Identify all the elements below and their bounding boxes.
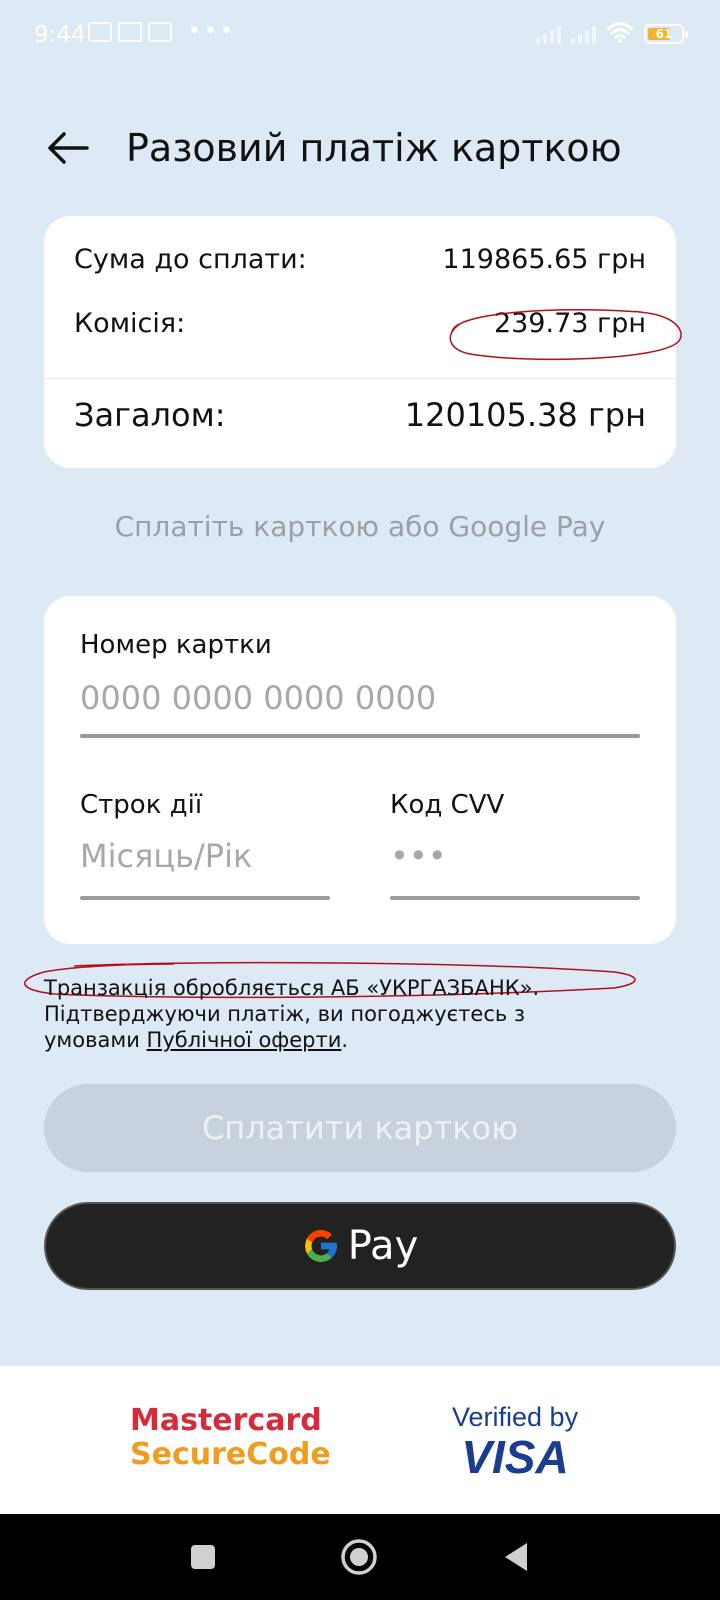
wifi-icon	[606, 22, 634, 43]
recent-apps-button[interactable]	[158, 1514, 248, 1600]
page-title: Разовий платіж карткою	[126, 126, 622, 170]
battery-icon: 61	[644, 24, 688, 44]
cvv-label: Код CVV	[390, 790, 505, 820]
battery-level: 61	[655, 27, 673, 41]
expiry-input[interactable]	[80, 830, 320, 882]
legal-line-3-prefix: умовами	[44, 1028, 147, 1052]
card-number-label: Номер картки	[80, 630, 272, 660]
back-nav-button[interactable]	[470, 1514, 560, 1600]
google-pay-text: Pay	[347, 1223, 419, 1269]
signal-icon-2	[571, 22, 596, 44]
summary-divider	[44, 378, 676, 379]
signal-icon	[536, 22, 561, 44]
more-notifications-icon: •••	[188, 19, 236, 44]
visa-logo-line2: VISA	[461, 1431, 569, 1483]
google-g-icon	[304, 1230, 337, 1262]
system-navigation-bar	[0, 1514, 720, 1600]
fee-value: 239.73 грн	[493, 308, 646, 339]
mastercard-securecode-logo: Mastercard SecureCode	[130, 1404, 331, 1472]
amount-row: Сума до сплати: 119865.65 грн	[74, 244, 646, 275]
legal-notice: Транзакція обробляється АБ «УКРГАЗБАНК».…	[44, 975, 684, 1053]
square-icon	[191, 1545, 215, 1569]
public-offer-link[interactable]: Публічної оферти	[147, 1028, 342, 1052]
notification-icons: •••	[88, 19, 236, 44]
pay-method-hint: Сплатіть карткою або Google Pay	[114, 510, 606, 543]
card-form: Номер картки Строк дії Код CVV	[44, 596, 676, 944]
legal-line-3: умовами Публічної оферти.	[44, 1027, 684, 1053]
status-bar: 9:44 ••• 61	[0, 0, 720, 72]
home-button[interactable]	[314, 1514, 404, 1600]
mastercard-logo-line2: SecureCode	[130, 1437, 331, 1472]
legal-line-3-suffix: .	[341, 1028, 349, 1052]
total-label: Загалом:	[74, 396, 226, 434]
app-notification-icon-2	[148, 22, 172, 42]
legal-line-2: Підтверджуючи платіж, ви погоджуєтесь з	[44, 1002, 526, 1026]
mail-icon	[118, 22, 142, 42]
back-button[interactable]	[40, 120, 96, 176]
security-logos-footer: Mastercard SecureCode Verified by VISA	[0, 1366, 720, 1514]
expiry-label: Строк дії	[80, 790, 203, 820]
total-value: 120105.38 грн	[404, 396, 646, 434]
cvv-underline	[390, 896, 640, 900]
payment-summary-card: Сума до сплати: 119865.65 грн Комісія: 2…	[44, 216, 676, 468]
amount-value: 119865.65 грн	[442, 244, 646, 275]
card-number-input[interactable]	[80, 672, 632, 724]
circle-home-icon	[341, 1539, 377, 1575]
google-pay-button[interactable]: Pay	[44, 1202, 676, 1290]
triangle-back-icon	[505, 1543, 527, 1571]
system-icons: 61	[536, 20, 688, 44]
arrow-left-icon	[48, 132, 89, 164]
fee-label: Комісія:	[74, 308, 186, 339]
app-notification-icon	[88, 22, 112, 42]
expiry-underline	[80, 896, 330, 900]
amount-label: Сума до сплати:	[74, 244, 307, 275]
visa-logo-line1: Verified by	[452, 1402, 579, 1432]
cvv-input[interactable]	[390, 830, 630, 882]
total-row: Загалом: 120105.38 грн	[74, 396, 646, 434]
status-time: 9:44	[34, 22, 86, 48]
mastercard-logo-line1: Mastercard	[130, 1403, 322, 1438]
fee-row: Комісія: 239.73 грн	[74, 308, 646, 339]
verified-by-visa-logo: Verified by VISA	[452, 1402, 578, 1481]
card-number-underline	[80, 734, 640, 738]
legal-line-1: Транзакція обробляється АБ «УКРГАЗБАНК».	[44, 976, 540, 1000]
pay-by-card-button[interactable]: Сплатити карткою	[44, 1084, 676, 1172]
